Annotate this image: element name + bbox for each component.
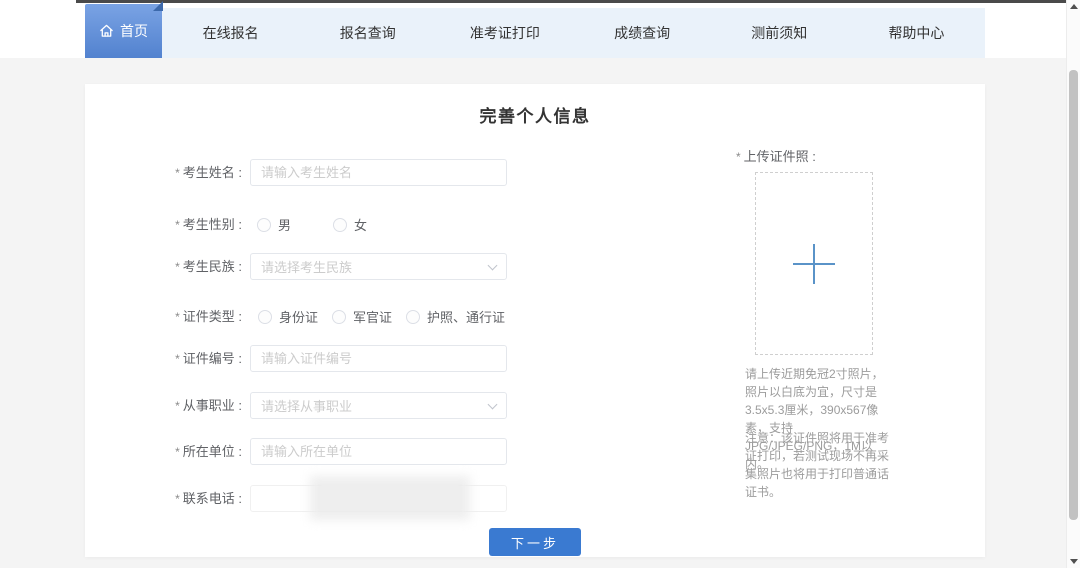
- photo-note: 注意：该证件照将用于准考证打印，若测试现场不再采集照片也将用于打印普通话证书。: [745, 429, 892, 501]
- label-colon: :: [809, 149, 816, 164]
- label-text: 考生姓名: [183, 165, 235, 180]
- scrollbar-thumb[interactable]: [1069, 70, 1078, 520]
- form-row-work-unit: *所在单位 :: [130, 437, 750, 466]
- radio-male[interactable]: 男: [257, 215, 291, 234]
- id-type-label: *证件类型 :: [130, 302, 242, 332]
- id-type-radio-group: 身份证 军官证 护照、通行证: [258, 302, 505, 331]
- required-marker: *: [175, 310, 180, 324]
- nav-item-online-registration[interactable]: 在线报名: [162, 8, 299, 58]
- label-text: 证件编号: [183, 351, 235, 366]
- window-top-edge: [76, 0, 1066, 3]
- form-row-candidate-name: *考生姓名 :: [130, 158, 750, 187]
- label-colon: :: [235, 259, 242, 274]
- radio-female-label: 女: [354, 215, 367, 234]
- label-colon: :: [235, 491, 242, 506]
- radio-circle-icon: [257, 218, 271, 232]
- label-colon: :: [235, 351, 242, 366]
- ethnicity-select[interactable]: 请选择考生民族: [250, 253, 507, 280]
- required-marker: *: [175, 492, 180, 506]
- required-marker: *: [175, 445, 180, 459]
- work-unit-input[interactable]: [250, 438, 507, 465]
- nav-tab-home-label: 首页: [120, 21, 148, 41]
- next-step-button[interactable]: 下一步: [489, 528, 581, 556]
- occupation-label: *从事职业 :: [130, 391, 242, 421]
- label-text: 考生性别: [183, 217, 235, 232]
- radio-male-label: 男: [278, 215, 291, 234]
- candidate-name-input[interactable]: [250, 159, 507, 186]
- label-text: 证件类型: [183, 309, 235, 324]
- form-row-occupation: *从事职业 : 请选择从事职业: [130, 391, 750, 420]
- form-row-id-number: *证件编号 :: [130, 344, 750, 373]
- page-title: 完善个人信息: [85, 102, 985, 127]
- radio-circle-icon: [406, 310, 420, 324]
- form-row-gender: *考生性别 : 男 女: [130, 210, 750, 239]
- gender-radio-group: 男 女: [257, 210, 367, 239]
- nav-item-pretest-notice[interactable]: 测前须知: [711, 8, 848, 58]
- label-colon: :: [235, 398, 242, 413]
- label-colon: :: [235, 217, 242, 232]
- photo-upload-box[interactable]: [755, 172, 873, 355]
- home-icon: [99, 24, 114, 38]
- label-text: 联系电话: [183, 491, 235, 506]
- scrollbar[interactable]: [1066, 0, 1080, 568]
- phone-input[interactable]: [250, 485, 507, 512]
- work-unit-label: *所在单位 :: [130, 437, 242, 467]
- gender-label: *考生性别 :: [130, 210, 242, 240]
- radio-officer-card[interactable]: 军官证: [332, 307, 392, 326]
- select-placeholder: 请选择考生民族: [261, 257, 352, 276]
- radio-passport-label: 护照、通行证: [427, 307, 505, 326]
- phone-label: *联系电话 :: [130, 484, 242, 514]
- label-colon: :: [235, 444, 242, 459]
- chevron-down-icon: [488, 399, 498, 409]
- plus-icon: [790, 240, 838, 288]
- label-colon: :: [235, 309, 242, 324]
- radio-id-card[interactable]: 身份证: [258, 307, 318, 326]
- label-text: 从事职业: [183, 398, 235, 413]
- required-marker: *: [736, 150, 741, 164]
- select-placeholder: 请选择从事职业: [261, 396, 352, 415]
- label-text: 上传证件照: [744, 149, 809, 164]
- required-marker: *: [175, 352, 180, 366]
- id-number-input[interactable]: [250, 345, 507, 372]
- radio-id-card-label: 身份证: [279, 307, 318, 326]
- label-colon: :: [235, 165, 242, 180]
- label-text: 考生民族: [183, 259, 235, 274]
- nav-item-registration-query[interactable]: 报名查询: [299, 8, 436, 58]
- candidate-name-label: *考生姓名 :: [130, 158, 242, 188]
- id-number-label: *证件编号 :: [130, 344, 242, 374]
- required-marker: *: [175, 218, 180, 232]
- screen: 首页 在线报名 报名查询 准考证打印 成绩查询 测前须知 帮助中心 完善个人信息…: [0, 0, 1080, 568]
- scroll-down-arrow-icon[interactable]: [1070, 559, 1078, 564]
- label-text: 所在单位: [183, 444, 235, 459]
- upload-photo-label: *上传证件照 :: [736, 146, 816, 165]
- nav-items: 在线报名 报名查询 准考证打印 成绩查询 测前须知 帮助中心: [162, 8, 985, 58]
- radio-officer-card-label: 军官证: [353, 307, 392, 326]
- required-marker: *: [175, 260, 180, 274]
- form-row-id-type: *证件类型 : 身份证 军官证 护照、通行证: [130, 302, 750, 331]
- form-card: 完善个人信息 *考生姓名 : *考生性别 : 男 女: [85, 84, 985, 557]
- form-row-phone: *联系电话 :: [130, 484, 750, 513]
- chevron-down-icon: [488, 260, 498, 270]
- ethnicity-label: *考生民族 :: [130, 252, 242, 282]
- nav-item-help-center[interactable]: 帮助中心: [848, 8, 985, 58]
- radio-circle-icon: [333, 218, 347, 232]
- radio-female[interactable]: 女: [333, 215, 367, 234]
- occupation-select[interactable]: 请选择从事职业: [250, 392, 507, 419]
- nav-item-score-query[interactable]: 成绩查询: [574, 8, 711, 58]
- radio-circle-icon: [332, 310, 346, 324]
- radio-circle-icon: [258, 310, 272, 324]
- radio-passport[interactable]: 护照、通行证: [406, 307, 505, 326]
- nav-tab-home[interactable]: 首页: [85, 4, 162, 58]
- required-marker: *: [175, 166, 180, 180]
- main-nav: 首页 在线报名 报名查询 准考证打印 成绩查询 测前须知 帮助中心: [85, 8, 985, 58]
- scroll-up-arrow-icon[interactable]: [1070, 4, 1078, 9]
- required-marker: *: [175, 399, 180, 413]
- form-row-ethnicity: *考生民族 : 请选择考生民族: [130, 252, 750, 281]
- nav-item-ticket-print[interactable]: 准考证打印: [436, 8, 573, 58]
